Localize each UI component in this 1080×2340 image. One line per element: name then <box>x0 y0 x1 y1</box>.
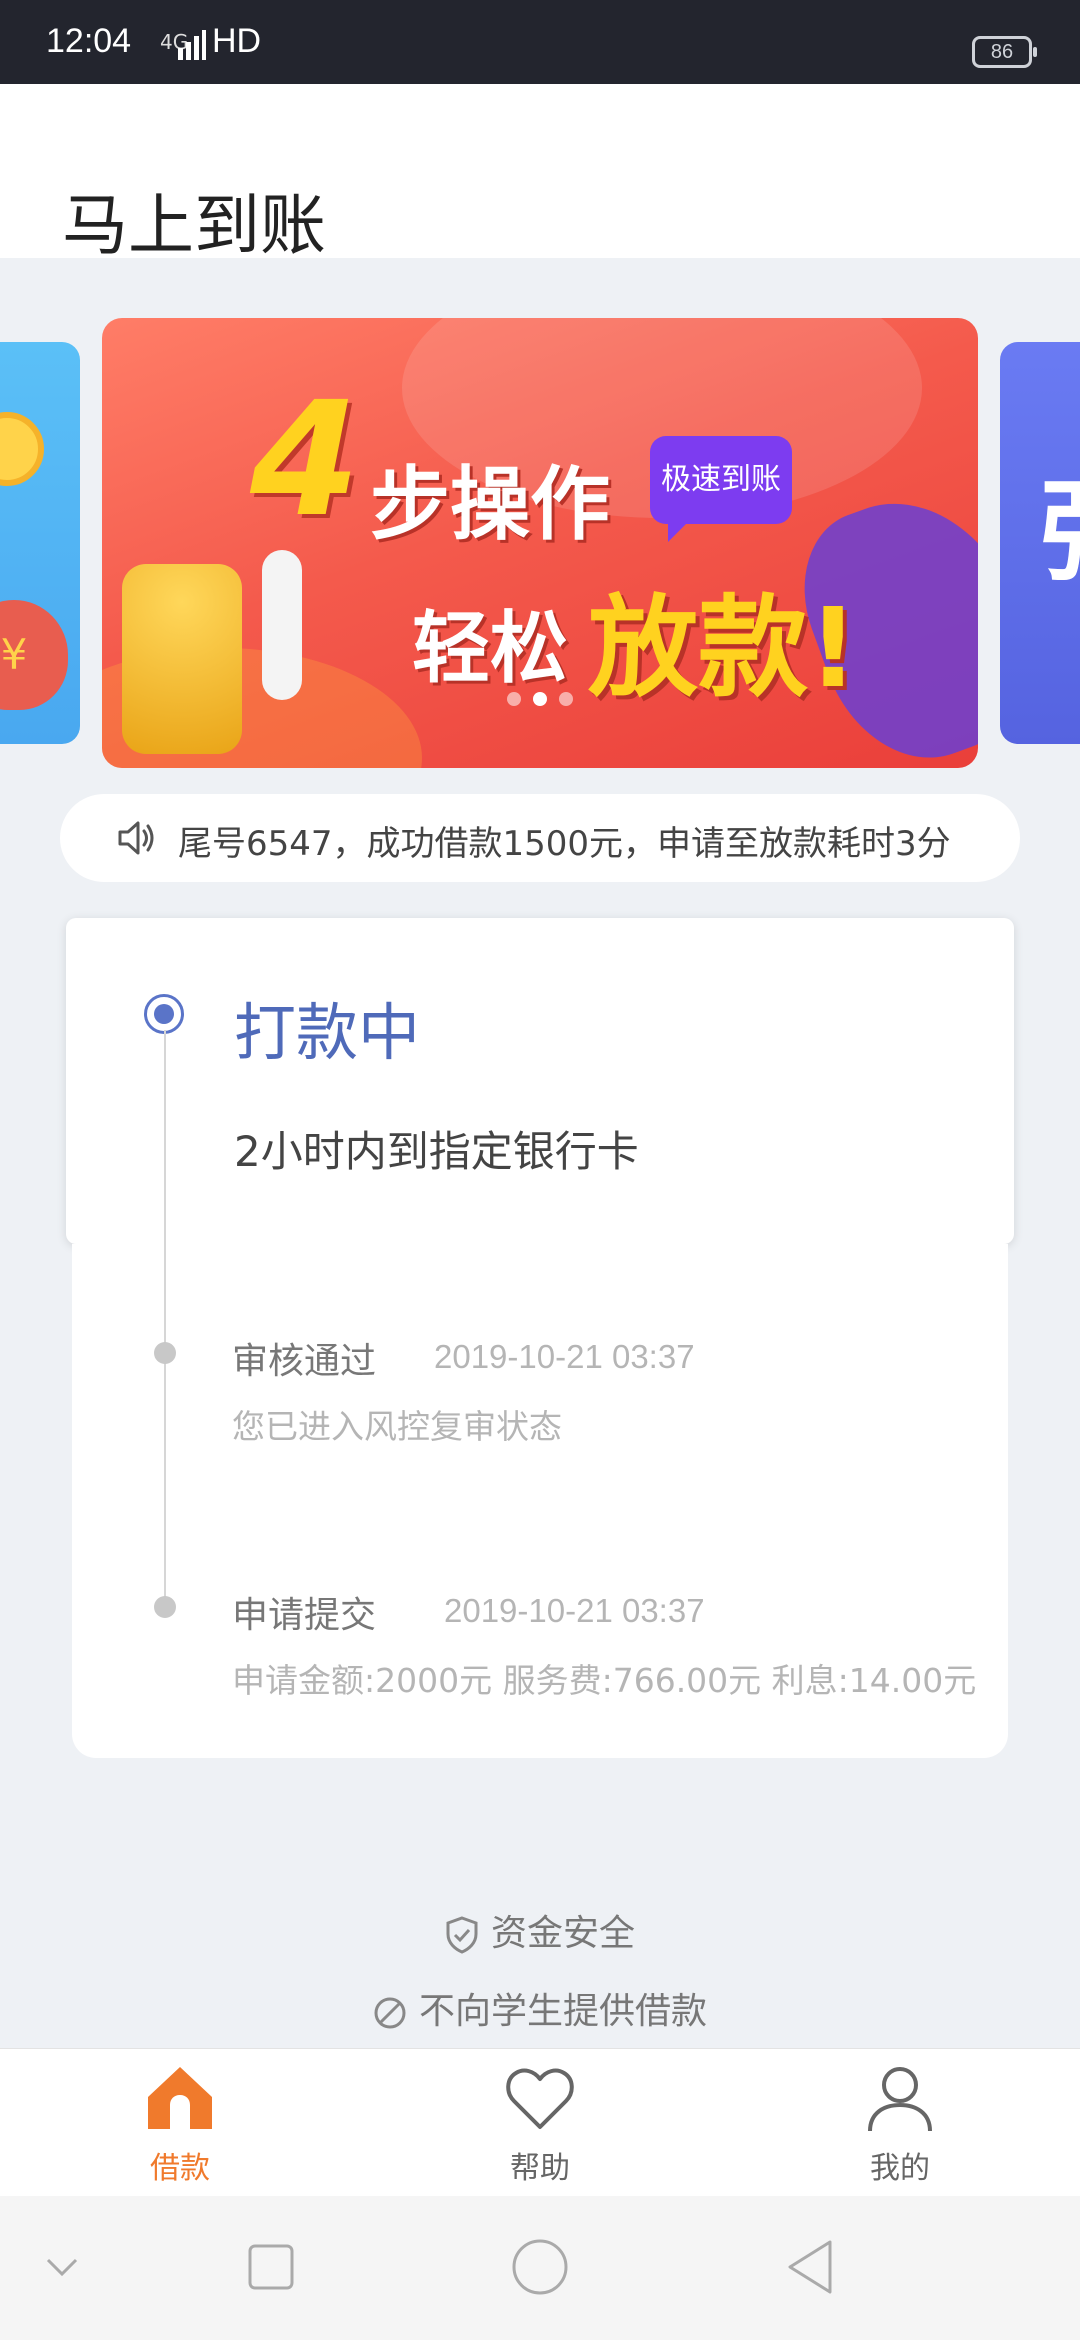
current-status-card: 打款中 2小时内到指定银行卡 <box>66 918 1014 1244</box>
history-item-title: 审核通过 <box>232 1341 377 1382</box>
back-icon[interactable] <box>784 2232 836 2302</box>
battery-indicator: 86 <box>972 36 1037 68</box>
carousel-prev-banner[interactable]: ¥ <box>0 342 80 744</box>
banner-number: 4 <box>250 368 360 552</box>
heart-icon <box>506 2068 574 2129</box>
student-text: 不向学生提供借款 <box>418 1991 707 2032</box>
prohibited-icon <box>374 1997 406 2029</box>
tab-help[interactable]: 帮助 <box>360 2049 720 2197</box>
carousel-dot-active[interactable] <box>533 692 547 706</box>
person-illustration <box>262 550 302 700</box>
shield-icon <box>446 1916 478 1954</box>
student-note: 不向学生提供借款 <box>0 1982 1080 2034</box>
notice-text: 尾号6547，成功借款1500元，申请至放款耗时3分 <box>178 824 951 864</box>
status-current-icon <box>144 994 184 1034</box>
carousel-next-banner[interactable]: 强 <box>1000 342 1080 744</box>
header: 马上到账 <box>0 84 1080 264</box>
history-item-time: 2019-10-21 03:37 <box>434 1338 695 1375</box>
timeline-dot <box>154 1342 176 1364</box>
status-subtitle: 2小时内到指定银行卡 <box>234 1127 639 1176</box>
hd-indicator: HD <box>212 22 262 60</box>
carousel-dot[interactable] <box>507 692 521 706</box>
tab-label: 帮助 <box>510 2151 570 2186</box>
banner-headline: 步操作 <box>370 458 610 551</box>
tab-mine[interactable]: 我的 <box>720 2049 1080 2197</box>
bottom-tab-bar: 借款 帮助 我的 <box>0 2048 1080 2197</box>
signal-icon <box>178 30 206 60</box>
tab-label: 借款 <box>150 2151 210 2186</box>
notice-bar: 尾号6547，成功借款1500元，申请至放款耗时3分 <box>60 794 1020 882</box>
banner-text: 强 <box>1040 442 1080 602</box>
history-item-time: 2019-10-21 03:37 <box>444 1592 705 1629</box>
home-button-icon[interactable] <box>510 2232 570 2302</box>
safety-text: 资金安全 <box>490 1913 635 1954</box>
coin-illustration <box>0 412 44 486</box>
history-item-title: 申请提交 <box>232 1595 377 1636</box>
safety-note: 资金安全 <box>0 1904 1080 1956</box>
history-item-desc: 您已进入风控复审状态 <box>232 1407 562 1446</box>
status-title: 打款中 <box>234 996 421 1069</box>
status-time: 12:04 <box>46 22 132 60</box>
carousel-dot[interactable] <box>559 692 573 706</box>
home-icon <box>148 2067 212 2129</box>
status-bar: 12:04 4G HD 86 <box>0 0 1080 84</box>
banner-tag: 极速到账 <box>650 436 792 542</box>
coin-stack-illustration <box>122 564 242 754</box>
user-icon <box>868 2067 932 2132</box>
carousel-indicator <box>102 691 978 710</box>
tab-label: 我的 <box>870 2151 930 2186</box>
banner-subline: 轻松 <box>412 604 569 694</box>
timeline-line <box>164 1030 166 1616</box>
history-item-desc: 申请金额:2000元 服务费:766.00元 利息:14.00元 <box>232 1661 977 1700</box>
speaker-icon <box>118 821 154 855</box>
money-bag-illustration: ¥ <box>0 600 68 710</box>
system-nav-bar <box>0 2196 1080 2340</box>
timeline-dot <box>154 1596 176 1618</box>
collapse-icon[interactable] <box>42 2232 82 2302</box>
page-title: 马上到账 <box>62 187 326 264</box>
recent-apps-icon[interactable] <box>246 2232 296 2302</box>
tab-loan[interactable]: 借款 <box>0 2049 360 2197</box>
carousel-banner[interactable]: 4 步操作 极速到账 轻松 放款! <box>102 318 978 768</box>
